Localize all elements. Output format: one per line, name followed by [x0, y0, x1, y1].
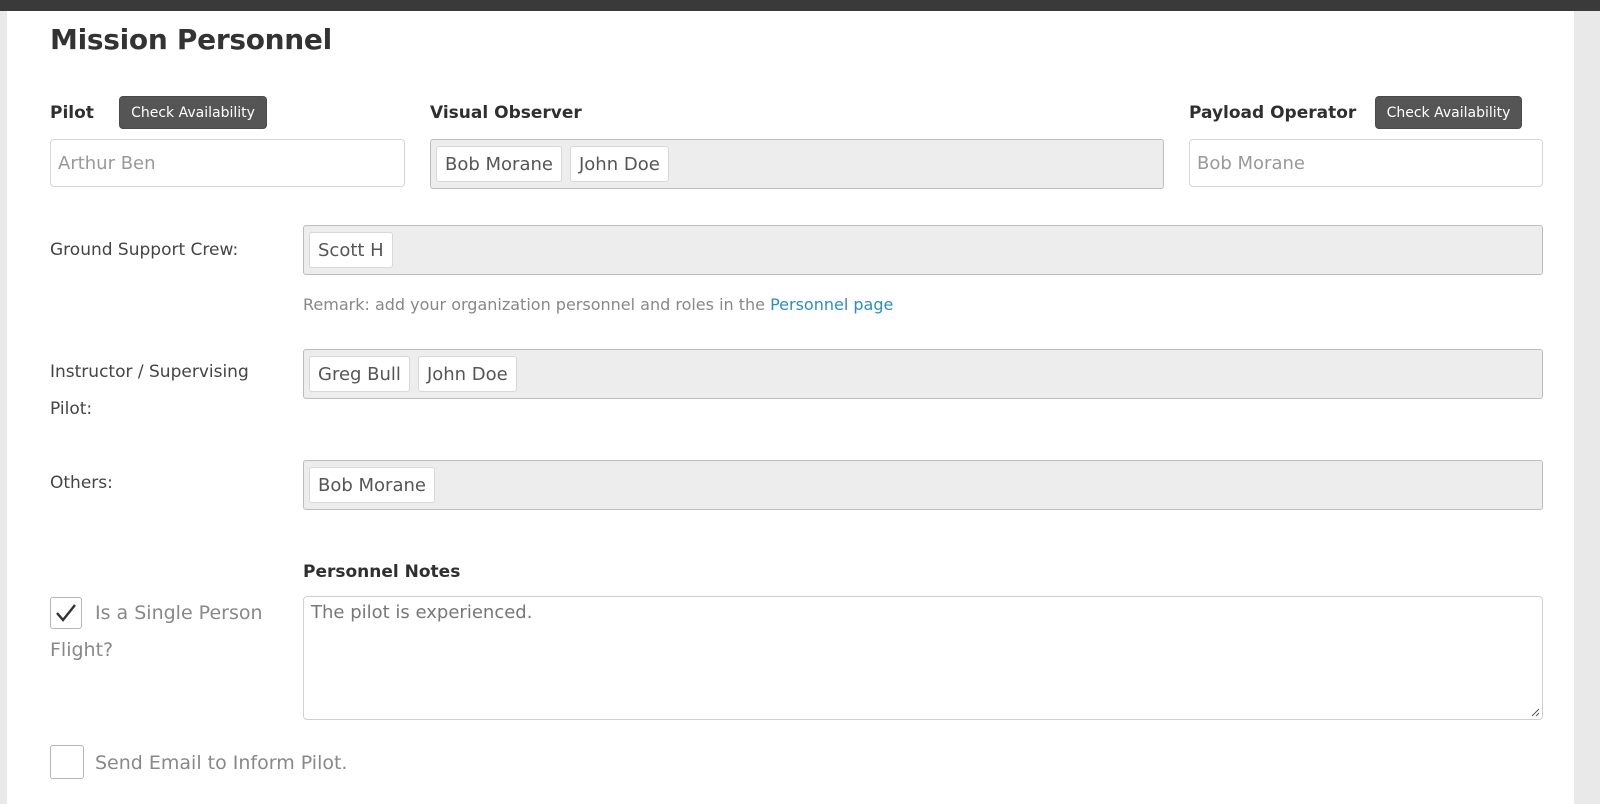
instructor-tag[interactable]: John Doe — [417, 356, 517, 392]
ground-support-tag[interactable]: Scott H — [309, 232, 393, 268]
ground-support-label: Ground Support Crew: — [50, 240, 239, 260]
personnel-notes-textarea[interactable]: The pilot is experienced. — [303, 596, 1543, 720]
payload-operator-input[interactable]: Bob Morane — [1189, 139, 1543, 187]
personnel-notes-label: Personnel Notes — [303, 562, 461, 582]
instructor-label-line2: Pilot: — [50, 399, 93, 419]
others-tag[interactable]: Bob Morane — [309, 467, 435, 503]
instructor-label-line1: Instructor / Supervising — [50, 362, 249, 382]
instructor-tag-input[interactable]: Greg Bull John Doe — [303, 349, 1543, 399]
personnel-page-link[interactable]: Personnel page — [770, 295, 893, 314]
ground-support-tag-input[interactable]: Scott H — [303, 225, 1543, 275]
others-label: Others: — [50, 473, 113, 493]
pilot-check-availability-button[interactable]: Check Availability — [119, 96, 267, 129]
visual-observer-tag[interactable]: John Doe — [569, 146, 669, 182]
payload-operator-check-availability-button[interactable]: Check Availability — [1375, 96, 1522, 129]
others-tag-input[interactable]: Bob Morane — [303, 460, 1543, 510]
payload-operator-label: Payload Operator — [1189, 103, 1357, 123]
single-person-flight-checkbox[interactable] — [50, 597, 82, 629]
pilot-label: Pilot — [50, 103, 94, 123]
instructor-tag[interactable]: Greg Bull — [309, 356, 410, 392]
pilot-input[interactable]: Arthur Ben — [50, 139, 405, 187]
single-person-flight-label-line1: Is a Single Person — [95, 602, 263, 624]
checkmark-icon — [56, 604, 76, 622]
visual-observer-label: Visual Observer — [430, 103, 582, 123]
send-email-checkbox[interactable] — [50, 745, 84, 779]
visual-observer-tag[interactable]: Bob Morane — [436, 146, 562, 182]
visual-observer-tag-input[interactable]: Bob Morane John Doe — [430, 139, 1164, 189]
send-email-label: Send Email to Inform Pilot. — [95, 752, 348, 774]
section-title: Mission Personnel — [50, 23, 332, 56]
personnel-notes-value: The pilot is experienced. — [311, 602, 533, 623]
resize-handle-icon[interactable] — [1530, 707, 1540, 717]
mission-personnel-panel: Mission Personnel Pilot Check Availabili… — [7, 11, 1574, 804]
remark-body: Remark: add your organization personnel … — [303, 295, 771, 314]
top-bar — [0, 0, 1600, 11]
single-person-flight-label-line2: Flight? — [50, 639, 114, 661]
remark-text: Remark: add your organization personnel … — [303, 295, 893, 314]
